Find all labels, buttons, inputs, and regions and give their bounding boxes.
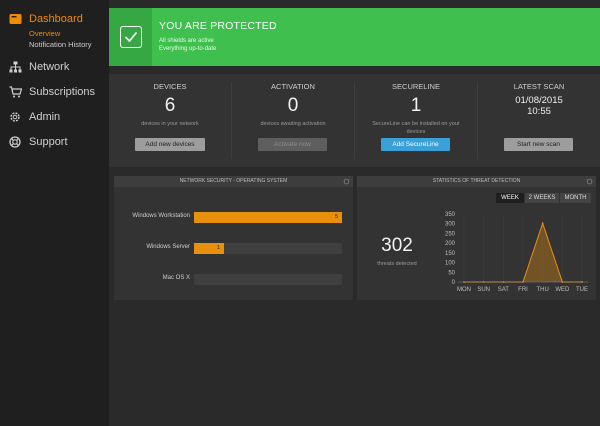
threat-area-chart: 0 50 100 150 200 250 300 350 MON SUN SAT FRI THU WED T… (445, 212, 588, 293)
bar-track: 5 (194, 212, 342, 223)
stat-subtitle-line: devices (406, 129, 426, 135)
stat-activation: ACTIVATION 0 devices awaiting activation… (232, 74, 354, 167)
stat-title: LATEST SCAN (513, 82, 565, 91)
y-tick-label: 0 (452, 280, 456, 286)
subnav-overview[interactable]: Overview (29, 29, 60, 38)
y-tick-label: 350 (445, 212, 456, 218)
sidebar-item-network[interactable]: Network (8, 60, 69, 74)
x-tick-label: TUE (576, 287, 588, 293)
bar (194, 212, 342, 223)
sidebar-item-support[interactable]: Support (8, 135, 68, 149)
panel-title: NETWORK SECURITY - OPERATING SYSTEM (114, 176, 353, 187)
settings-icon[interactable] (586, 178, 593, 185)
threat-count-label: threats detected (377, 261, 417, 267)
panel-title: STATISTICS OF THREAT DETECTION (357, 176, 596, 187)
sidebar-item-subscriptions[interactable]: Subscriptions (8, 85, 95, 99)
x-tick-label: SUN (477, 287, 490, 293)
banner-status-line: Everything up-to-date (159, 46, 217, 52)
threat-statistics-panel: STATISTICS OF THREAT DETECTION 302 threa… (357, 176, 596, 300)
stat-value: 0 (287, 95, 299, 116)
activate-now-button[interactable]: Activate now (258, 138, 327, 151)
network-security-panel: NETWORK SECURITY - OPERATING SYSTEM Wind… (114, 176, 353, 300)
sidebar: Dashboard Overview Notification History … (0, 0, 109, 426)
stat-subtitle: devices awaiting activation (260, 121, 326, 127)
dashboard-icon (8, 12, 22, 26)
cart-icon (8, 85, 22, 99)
x-tick-label: THU (536, 287, 548, 293)
bar-value-label: 5 (335, 214, 339, 220)
banner-status-line: All shields are active (159, 38, 214, 44)
y-tick-label: 300 (445, 222, 456, 228)
stat-value: 1 (410, 95, 422, 116)
bar-category-label: Mac OS X (162, 275, 190, 281)
stat-title: DEVICES (153, 82, 187, 91)
add-new-devices-button[interactable]: Add new devices (135, 138, 205, 151)
bar-track (194, 274, 342, 285)
stat-title: SECURELINE (392, 82, 440, 91)
bar-category-label: Windows Workstation (132, 213, 190, 219)
stat-title: ACTIVATION (271, 82, 315, 91)
sidebar-item-dashboard[interactable]: Dashboard (8, 12, 83, 26)
protection-banner: YOU ARE PROTECTED All shields are active… (109, 8, 600, 66)
main-content: YOU ARE PROTECTED All shields are active… (109, 8, 600, 426)
check-icon (119, 26, 142, 48)
x-tick-label: WED (555, 287, 570, 293)
stat-subtitle-line: SecureLine can be installed on your (372, 121, 460, 127)
stat-secureline: SECURELINE 1 SecureLine can be installed… (355, 74, 477, 167)
bar-category-label: Windows Server (146, 244, 190, 250)
range-month-button[interactable]: MONTH (560, 193, 591, 203)
y-tick-label: 50 (448, 270, 455, 276)
x-tick-label: SAT (498, 287, 510, 293)
network-icon (8, 60, 22, 74)
stat-value: 6 (164, 95, 176, 116)
stat-subtitle: SecureLine can be installed on your devi… (355, 120, 477, 136)
y-tick-label: 250 (445, 231, 456, 237)
lifebuoy-icon (8, 135, 22, 149)
scan-date-value: 01/08/2015 (515, 95, 563, 106)
x-tick-label: FRI (518, 287, 528, 293)
range-2weeks-button[interactable]: 2 WEEKS (525, 193, 559, 203)
y-tick-label: 150 (445, 251, 456, 257)
add-secureline-button[interactable]: Add SecureLine (381, 138, 450, 151)
sidebar-item-label: Admin (29, 111, 61, 123)
start-new-scan-button[interactable]: Start new scan (504, 138, 573, 151)
sidebar-item-label: Dashboard (29, 13, 83, 25)
scan-date: 01/08/2015 10:55 (478, 95, 600, 117)
sidebar-item-admin[interactable]: Admin (8, 110, 60, 124)
subnav-notification-history[interactable]: Notification History (29, 40, 92, 49)
gear-icon (8, 110, 22, 124)
threat-count: 302 (381, 235, 413, 256)
scan-time-value: 10:55 (527, 106, 551, 117)
x-tick-label: MON (457, 287, 471, 293)
settings-icon[interactable] (343, 178, 350, 185)
y-tick-label: 200 (445, 241, 456, 247)
sidebar-item-label: Support (29, 136, 68, 148)
range-week-button[interactable]: WEEK (496, 193, 524, 203)
sidebar-item-label: Subscriptions (29, 86, 96, 98)
stat-devices: DEVICES 6 devices in your network Add ne… (109, 74, 231, 167)
stat-latest-scan: LATEST SCAN 01/08/2015 10:55 Start new s… (478, 74, 600, 167)
sidebar-item-label: Network (29, 61, 70, 73)
banner-icon-box (109, 8, 152, 66)
stats-row: DEVICES 6 devices in your network Add ne… (109, 74, 600, 167)
banner-title: YOU ARE PROTECTED (159, 20, 277, 32)
data-point (541, 222, 544, 225)
bar-value-label: 1 (217, 245, 221, 251)
stat-subtitle: devices in your network (141, 121, 199, 127)
bar-track: 1 (194, 243, 342, 254)
y-tick-label: 100 (445, 261, 456, 267)
